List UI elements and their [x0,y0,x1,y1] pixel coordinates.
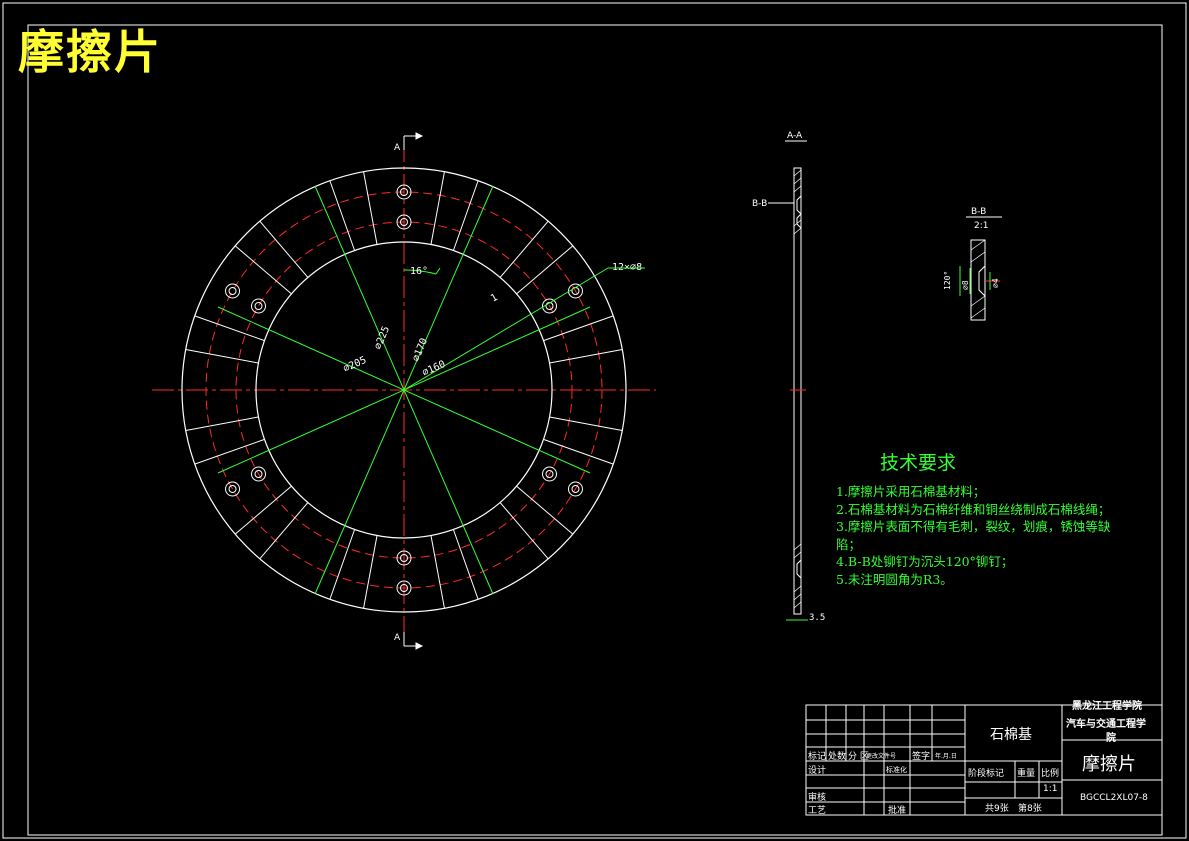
drawing-canvas: 16° ⌀205 ⌀225 ⌀170 ⌀160 12×⌀8 1 A A A-A [0,0,1189,841]
tb-label-stage-mark: 阶段标记 [968,769,1005,779]
tb-label-date: 年.月.日 [935,753,957,760]
section-bb-label: B-B [971,207,986,217]
tech-item-3-cont: 陷； [836,536,862,552]
cut-label-bb: B-B [752,199,767,209]
tb-school-2: 汽车与交通工程学 [1066,719,1146,730]
tb-sheet-no: 第8张 [1018,804,1042,814]
tech-item-5: 5.未注明圆角为R3。 [836,571,953,587]
tb-label-standard: 标准化 [886,766,907,774]
tb-scale: 1:1 [1043,784,1058,794]
tb-label-design: 设计 [808,766,827,776]
tb-label-weight: 重量 [1017,769,1036,779]
tb-school-1: 黑龙江工程学院 [1072,701,1142,712]
dim-bb-angle: 120° [943,271,952,290]
tb-label-change-doc: 更改文件号 [866,753,897,760]
tb-drawing-no: BGCCL2XL07-8 [1080,793,1148,803]
tb-label-review: 审核 [808,793,827,803]
cut-label-a-top: A [394,143,401,153]
tb-material: 石棉基 [990,727,1032,743]
tech-requirements-heading: 技术要求 [880,452,957,474]
tech-item-3: 3.摩擦片表面不得有毛刺，裂纹，划痕，锈蚀等缺 [836,519,1111,534]
tb-label-process: 工艺 [808,806,827,816]
tb-label-sign: 签字 [912,752,931,762]
dim-bb-d8: ⌀8 [961,280,970,290]
drawing-title: 摩擦片 [18,25,162,79]
tb-part-name: 摩擦片 [1082,754,1136,775]
tb-label-count: 处数 [828,752,847,762]
section-aa-label: A-A [787,131,803,141]
section-bb-scale: 2:1 [974,221,988,231]
dim-bb-d4: ⌀4 [991,278,1000,288]
dim-thickness: 3.5 [809,613,825,623]
tb-label-mark: 标记 [808,752,827,762]
tb-sheets-total: 共9张 [985,804,1009,814]
tech-item-1: 1.摩擦片采用石棉基材料； [836,484,986,499]
tech-item-2: 2.石棉基材料为石棉纤维和铜丝绕制成石棉线绳； [836,501,1111,517]
tb-label-approve: 批准 [888,806,907,816]
dim-angle-16: 16° [410,266,428,277]
tech-requirements: 技术要求 1.摩擦片采用石棉基材料； 2.石棉基材料为石棉纤维和铜丝绕制成石棉线… [836,448,1110,588]
tb-school-3: 院 [1106,733,1116,744]
tb-label-ratio: 比例 [1041,769,1060,779]
cut-label-a-bottom: A [394,633,401,643]
tech-item-4: 4.B-B处铆钉为沉头120°铆钉； [836,554,1014,569]
